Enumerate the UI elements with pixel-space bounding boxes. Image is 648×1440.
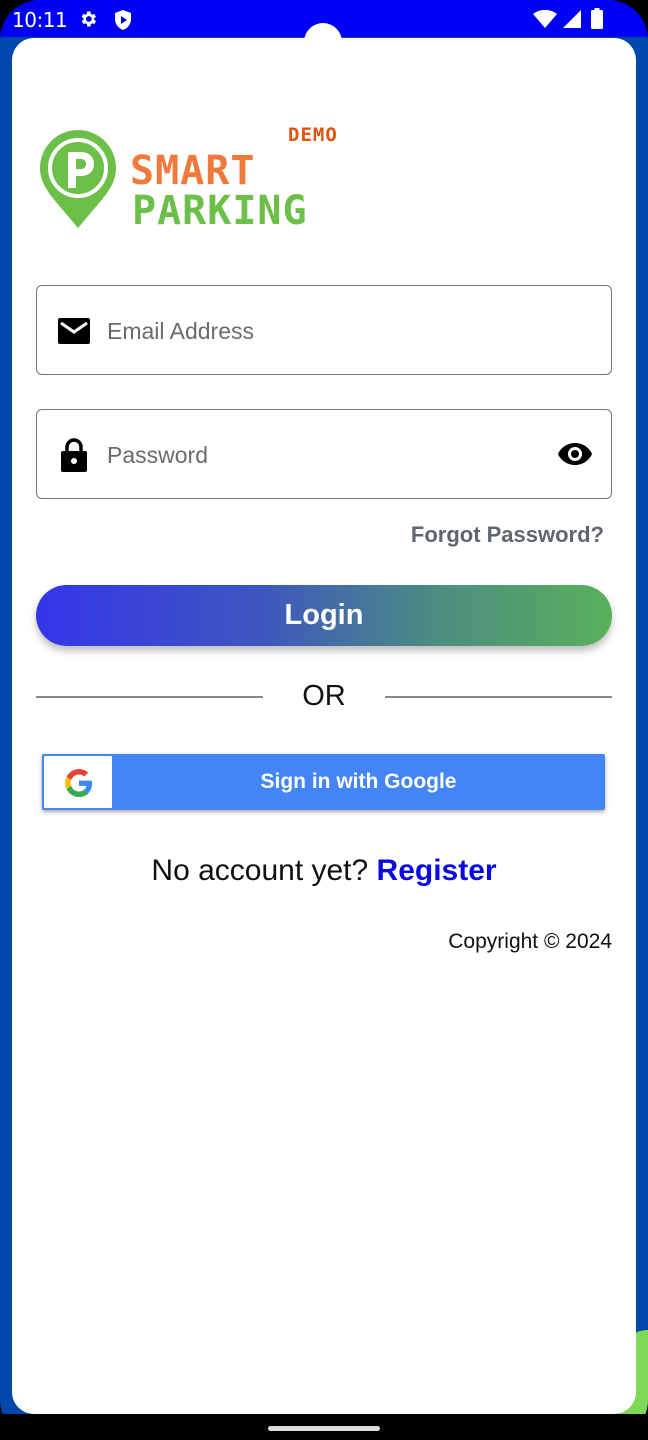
- envelope-icon: [57, 317, 91, 350]
- copyright-text: Copyright © 2024: [448, 930, 612, 953]
- divider-right: [385, 696, 612, 698]
- logo-demo-badge: DEMO: [288, 124, 338, 146]
- app-logo: DEMO SMART PARKING: [40, 122, 360, 234]
- login-button[interactable]: Login: [36, 585, 612, 646]
- register-link[interactable]: Register: [377, 854, 497, 887]
- email-field[interactable]: [36, 285, 612, 376]
- forgot-password-link[interactable]: Forgot Password?: [411, 522, 604, 548]
- wifi-icon: [533, 9, 557, 33]
- parking-pin-icon: [40, 130, 116, 233]
- password-field[interactable]: [36, 409, 612, 500]
- shield-play-icon: [113, 9, 133, 36]
- google-sign-in-button[interactable]: Sign in with Google: [42, 754, 605, 810]
- home-gesture-handle[interactable]: [268, 1426, 380, 1431]
- status-time: 10:11: [12, 8, 68, 32]
- google-sign-in-label: Sign in with Google: [260, 770, 457, 793]
- register-prompt-text: No account yet?: [151, 854, 369, 887]
- camera-notch: [304, 23, 342, 61]
- logo-line-parking: PARKING: [132, 188, 308, 234]
- device-frame: 10:11 DEMO SMART PARKING Email Address F…: [0, 0, 648, 1440]
- register-prompt: No account yet? Register: [0, 854, 648, 888]
- google-g-icon: [65, 769, 93, 797]
- email-input[interactable]: [105, 286, 549, 376]
- eye-icon[interactable]: [557, 442, 593, 471]
- login-card: [12, 38, 636, 1414]
- lock-icon: [61, 438, 87, 477]
- battery-icon: [591, 8, 603, 34]
- password-input[interactable]: [105, 410, 549, 500]
- gear-icon: [78, 9, 98, 34]
- google-logo-box: [44, 756, 112, 808]
- signal-icon: [563, 10, 581, 33]
